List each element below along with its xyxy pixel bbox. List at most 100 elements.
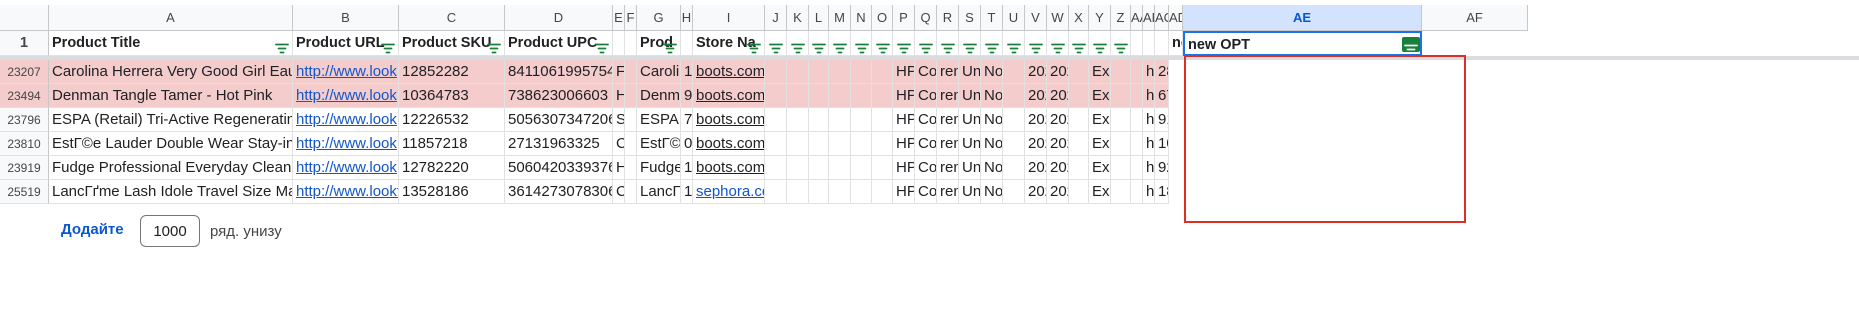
cell-x[interactable] (1069, 84, 1089, 108)
cell-t[interactable]: No (981, 84, 1003, 108)
cell-p[interactable]: HP (893, 84, 915, 108)
row-number[interactable]: 23810 (0, 132, 49, 156)
cell-g[interactable]: ESPA (637, 108, 681, 132)
cell-h[interactable]: 1 (681, 180, 693, 204)
cell-k[interactable] (787, 132, 809, 156)
header-cell-g[interactable]: Prod (637, 31, 681, 56)
cell-w[interactable]: 2025-1 (1047, 156, 1069, 180)
cell-a[interactable]: Carolina Herrera Very Good Girl Eau de (49, 60, 293, 84)
cell-x[interactable] (1069, 60, 1089, 84)
column-header-z[interactable]: Z (1111, 5, 1131, 31)
filter-icon[interactable] (812, 38, 826, 54)
cell-q[interactable]: Co (915, 180, 937, 204)
cell-q[interactable]: Co (915, 84, 937, 108)
cell-w[interactable]: 2025-1 (1047, 60, 1069, 84)
cell-u[interactable] (1003, 180, 1025, 204)
filter-icon[interactable] (769, 38, 783, 54)
cell-i[interactable]: boots.com (693, 84, 765, 108)
cell-v[interactable]: 202 (1025, 156, 1047, 180)
row-number[interactable]: 23796 (0, 108, 49, 132)
filter-icon[interactable] (1007, 38, 1021, 54)
cell-s[interactable]: Un (959, 84, 981, 108)
cell-n[interactable] (851, 84, 872, 108)
row-number[interactable]: 1 (0, 31, 49, 56)
cell-j[interactable] (765, 180, 787, 204)
cell-o[interactable] (872, 156, 893, 180)
cell-y[interactable]: Exact (1089, 132, 1111, 156)
cell-d[interactable]: 27131963325 (505, 132, 613, 156)
column-header-f[interactable]: F (625, 5, 637, 31)
cell-i[interactable]: boots.com (693, 60, 765, 84)
cell-g[interactable]: Denman (637, 84, 681, 108)
cell-z[interactable] (1111, 60, 1131, 84)
header-cell-y[interactable] (1089, 31, 1111, 56)
column-header-s[interactable]: S (959, 5, 981, 31)
cell-f[interactable] (625, 156, 637, 180)
header-cell-ad[interactable]: new URL (1169, 31, 1183, 56)
filter-icon[interactable] (985, 38, 999, 54)
header-cell-ae[interactable]: new OPT (1183, 31, 1422, 56)
cell-p[interactable]: HP (893, 132, 915, 156)
cell-y[interactable]: Exact (1089, 84, 1111, 108)
cell-m[interactable] (829, 156, 851, 180)
header-cell-v[interactable] (1025, 31, 1047, 56)
row-number[interactable]: 23494 (0, 84, 49, 108)
spreadsheet-grid[interactable]: ABCDEFGHIJKLMNOPQRSTUVWXYZAAABACADAEAF1P… (0, 0, 1859, 240)
filter-icon[interactable] (1029, 38, 1043, 54)
filter-icon[interactable] (1072, 38, 1086, 54)
cell-r[interactable]: remate (937, 180, 959, 204)
cell-n[interactable] (851, 60, 872, 84)
header-cell-f[interactable] (625, 31, 637, 56)
filter-icon[interactable] (1051, 38, 1065, 54)
cell-e[interactable]: C (613, 132, 625, 156)
header-cell-aa[interactable] (1131, 31, 1143, 56)
cell-s[interactable]: Un (959, 156, 981, 180)
cell-t[interactable]: No (981, 156, 1003, 180)
cell-s[interactable]: Un (959, 180, 981, 204)
filter-icon[interactable] (963, 38, 977, 54)
cell-y[interactable]: Exact (1089, 156, 1111, 180)
header-cell-d[interactable]: Product UPC (505, 31, 613, 56)
column-header-ab[interactable]: AB (1143, 5, 1155, 31)
cell-ac[interactable]: 6745474 (1155, 84, 1169, 108)
cell-y[interactable]: Exact (1089, 60, 1111, 84)
cell-b[interactable]: http://www.look (293, 156, 399, 180)
cell-a[interactable]: Fudge Professional Everyday Clean Blo (49, 156, 293, 180)
filter-icon[interactable] (595, 38, 609, 54)
filter-icon[interactable] (1402, 37, 1420, 54)
cell-ac[interactable]: 2845048 (1155, 60, 1169, 84)
cell-s[interactable]: Un (959, 108, 981, 132)
filter-icon[interactable] (1114, 38, 1128, 54)
filter-icon[interactable] (791, 38, 805, 54)
cell-ac[interactable]: 185033 (1155, 180, 1169, 204)
cell-ac[interactable]: 9206191 (1155, 156, 1169, 180)
header-cell-e[interactable] (613, 31, 625, 56)
filter-icon[interactable] (663, 38, 677, 54)
cell-f[interactable] (625, 180, 637, 204)
cell-n[interactable] (851, 180, 872, 204)
header-cell-k[interactable] (787, 31, 809, 56)
cell-a[interactable]: Denman Tangle Tamer - Hot Pink (49, 84, 293, 108)
cell-g[interactable]: Fudge Pr (637, 156, 681, 180)
cell-b[interactable]: http://www.look (293, 132, 399, 156)
cell-k[interactable] (787, 60, 809, 84)
cell-ab[interactable]: https://www.lookfantastic.com/p/caroli (1143, 60, 1155, 84)
column-header-p[interactable]: P (893, 5, 915, 31)
row-number[interactable]: 23919 (0, 156, 49, 180)
cell-b[interactable]: http://www.look (293, 60, 399, 84)
cell-k[interactable] (787, 84, 809, 108)
cell-j[interactable] (765, 132, 787, 156)
cell-g[interactable]: Carolina (637, 60, 681, 84)
header-cell-i[interactable]: Store Na (693, 31, 765, 56)
cell-aa[interactable] (1131, 180, 1143, 204)
cell-aa[interactable] (1131, 84, 1143, 108)
cell-e[interactable]: F (613, 60, 625, 84)
cell-m[interactable] (829, 84, 851, 108)
cell-h[interactable]: 1 (681, 60, 693, 84)
column-header-d[interactable]: D (505, 5, 613, 31)
cell-k[interactable] (787, 108, 809, 132)
cell-q[interactable]: Co (915, 132, 937, 156)
cell-x[interactable] (1069, 132, 1089, 156)
cell-o[interactable] (872, 108, 893, 132)
row-number[interactable]: 25519 (0, 180, 49, 204)
